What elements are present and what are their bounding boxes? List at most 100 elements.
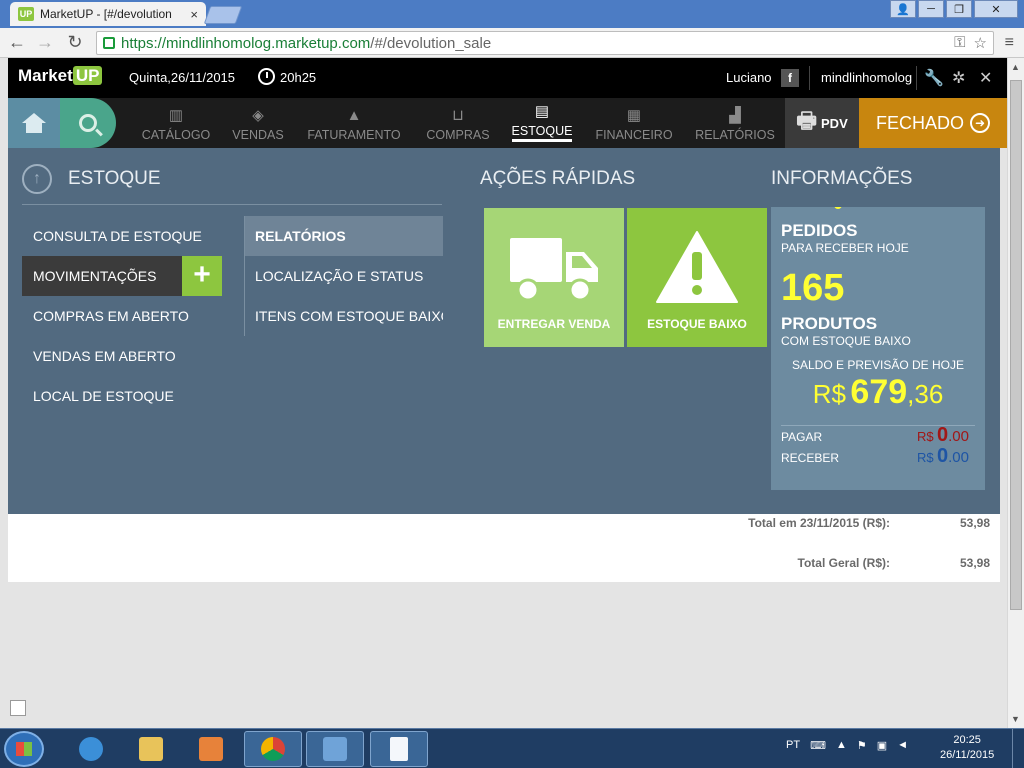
- maximize-button[interactable]: ❐: [946, 0, 972, 18]
- action-center-icon[interactable]: ⚑: [857, 739, 867, 752]
- produtos-label: PRODUTOS: [781, 314, 878, 333]
- taskbar-ie[interactable]: [62, 731, 120, 767]
- saldo-value: R$ 679,36: [771, 373, 985, 412]
- tray-arrow-icon[interactable]: ▲: [836, 739, 847, 752]
- menu-item-compras-aberto[interactable]: COMPRAS EM ABERTO: [22, 296, 222, 336]
- receber-int: 0: [937, 445, 949, 467]
- warning-icon: [656, 231, 738, 303]
- nav-relatorios[interactable]: ▟ RELATÓRIOS: [690, 98, 780, 148]
- close-icon[interactable]: ✕: [979, 68, 992, 88]
- current-date: Quinta,26/11/2015: [129, 70, 236, 85]
- arrow-up-circle-icon[interactable]: ↑: [22, 164, 52, 194]
- taskbar-chrome[interactable]: [244, 731, 302, 767]
- pagar-dec: .00: [948, 428, 969, 445]
- divider: [809, 66, 810, 90]
- search-icon: [79, 114, 97, 132]
- control-panel-icon: [323, 737, 347, 761]
- forward-arrow-icon[interactable]: →: [34, 32, 56, 53]
- tab-close-icon[interactable]: ×: [190, 7, 198, 22]
- browser-menu-icon[interactable]: ≡: [1005, 34, 1014, 52]
- nav-catalogo[interactable]: ▥ CATÁLOGO: [136, 98, 216, 148]
- show-desktop-button[interactable]: [1012, 729, 1024, 768]
- receber-amount: R$ 0.00: [917, 445, 969, 468]
- page-scrollbar[interactable]: ▲ ▼: [1007, 58, 1024, 728]
- wrench-icon[interactable]: 🔧: [924, 68, 944, 88]
- language-indicator[interactable]: PT: [786, 739, 800, 752]
- divider: [916, 66, 917, 90]
- chrome-icon: [261, 737, 285, 761]
- taskbar-control-panel[interactable]: [306, 731, 364, 767]
- submenu-item-itens-estoque-baixo[interactable]: ITENS COM ESTOQUE BAIXO: [245, 296, 443, 336]
- support-icon[interactable]: ✲: [952, 68, 965, 88]
- keyboard-icon[interactable]: ⌨: [810, 739, 826, 752]
- taskbar-notepad[interactable]: [370, 731, 428, 767]
- lock-icon: [103, 37, 115, 49]
- total-geral-label: Total Geral (R$):: [797, 556, 890, 570]
- window-controls: 👤 ─ ❐ ✕: [890, 0, 1018, 18]
- nav-label: FINANCEIRO: [595, 128, 673, 142]
- minimize-button[interactable]: ─: [918, 0, 944, 18]
- scroll-thumb[interactable]: [1010, 80, 1022, 610]
- box-icon: ▤: [534, 103, 550, 120]
- menu-item-label: MOVIMENTAÇÕES: [33, 268, 157, 284]
- add-movimentacao-button[interactable]: +: [182, 256, 222, 296]
- profile-icon[interactable]: 👤: [890, 0, 916, 18]
- menu-item-movimentacoes[interactable]: MOVIMENTAÇÕES +: [22, 256, 222, 296]
- close-window-button[interactable]: ✕: [974, 0, 1018, 18]
- menu-item-consulta-estoque[interactable]: CONSULTA DE ESTOQUE: [22, 216, 222, 256]
- nav-vendas[interactable]: ◈ VENDAS: [224, 98, 292, 148]
- estoque-baixo-tile[interactable]: ESTOQUE BAIXO: [627, 208, 767, 347]
- bookmark-star-icon[interactable]: ☆: [974, 34, 987, 52]
- tag-icon: ◈: [252, 107, 264, 124]
- nav-estoque[interactable]: ▤ ESTOQUE: [506, 98, 578, 148]
- nav-compras[interactable]: ⊔ COMPRAS: [418, 98, 498, 148]
- store-name[interactable]: mindlinhomolog: [821, 70, 912, 85]
- nav-financeiro[interactable]: ▦ FINANCEIRO: [590, 98, 678, 148]
- total-geral-value: 53,98: [959, 556, 990, 570]
- entregar-venda-tile[interactable]: ENTREGAR VENDA: [484, 208, 624, 347]
- tray-clock[interactable]: 20:25 26/11/2015: [940, 733, 994, 763]
- pagar-row: PAGAR R$ 0.00: [781, 424, 969, 446]
- total-date-label: Total em 23/11/2015 (R$):: [748, 516, 890, 530]
- receber-row: RECEBER R$ 0.00: [781, 445, 969, 467]
- saldo-dec: ,36: [907, 379, 944, 409]
- pagar-int: 0: [937, 424, 949, 446]
- home-button[interactable]: [8, 98, 60, 148]
- nav-label: VENDAS: [232, 128, 284, 142]
- app-top-bar: Market UP Quinta,26/11/2015 20h25 Luciano…: [8, 58, 1007, 98]
- reload-icon[interactable]: ↻: [64, 32, 86, 53]
- pagar-amount: R$ 0.00: [917, 424, 969, 447]
- nav-faturamento[interactable]: ▲ FATURAMENTO: [304, 98, 404, 148]
- browser-tab[interactable]: UP MarketUP - [#/devolution ×: [10, 2, 206, 26]
- submenu-item-localizacao-status[interactable]: LOCALIZAÇÃO E STATUS: [245, 256, 443, 296]
- menu-item-vendas-aberto[interactable]: VENDAS EM ABERTO: [22, 336, 222, 376]
- user-name[interactable]: Luciano: [726, 70, 772, 85]
- basket-icon: ⊔: [452, 107, 464, 124]
- money-bag-icon: ▲: [346, 107, 362, 124]
- tile-label: ESTOQUE BAIXO: [647, 317, 747, 331]
- volume-icon[interactable]: ◄: [897, 739, 908, 752]
- marketup-logo[interactable]: Market UP: [18, 66, 103, 86]
- pdv-button[interactable]: 🖶 PDV: [785, 98, 859, 148]
- arrow-right-circle-icon: ➜: [970, 113, 990, 133]
- bar-chart-icon: ▟: [729, 107, 741, 124]
- back-arrow-icon[interactable]: ←: [6, 32, 28, 53]
- menu-item-local-estoque[interactable]: LOCAL DE ESTOQUE: [22, 376, 222, 416]
- new-tab-button[interactable]: [203, 6, 243, 24]
- taskbar-media-player[interactable]: [182, 731, 240, 767]
- start-button[interactable]: [4, 731, 44, 767]
- search-button[interactable]: [60, 98, 116, 148]
- receber-label: RECEBER: [781, 451, 840, 465]
- tile-label: ENTREGAR VENDA: [497, 317, 611, 331]
- key-icon[interactable]: ⚿: [954, 34, 965, 52]
- status-label: FECHADO: [875, 112, 964, 133]
- pedidos-indicator: [834, 207, 842, 209]
- network-icon[interactable]: ▣: [877, 739, 887, 752]
- scroll-up-arrow-icon[interactable]: ▲: [1011, 62, 1020, 72]
- taskbar-explorer[interactable]: [122, 731, 180, 767]
- url-bar[interactable]: https://mindlinhomolog.marketup.com /#/d…: [96, 31, 994, 55]
- scroll-down-arrow-icon[interactable]: ▼: [1011, 714, 1020, 724]
- estoque-panel: ↑ ESTOQUE CONSULTA DE ESTOQUE MOVIMENTAÇ…: [8, 148, 1000, 514]
- status-fechado-button[interactable]: FECHADO ➜: [859, 98, 1007, 148]
- facebook-icon[interactable]: f: [781, 69, 799, 87]
